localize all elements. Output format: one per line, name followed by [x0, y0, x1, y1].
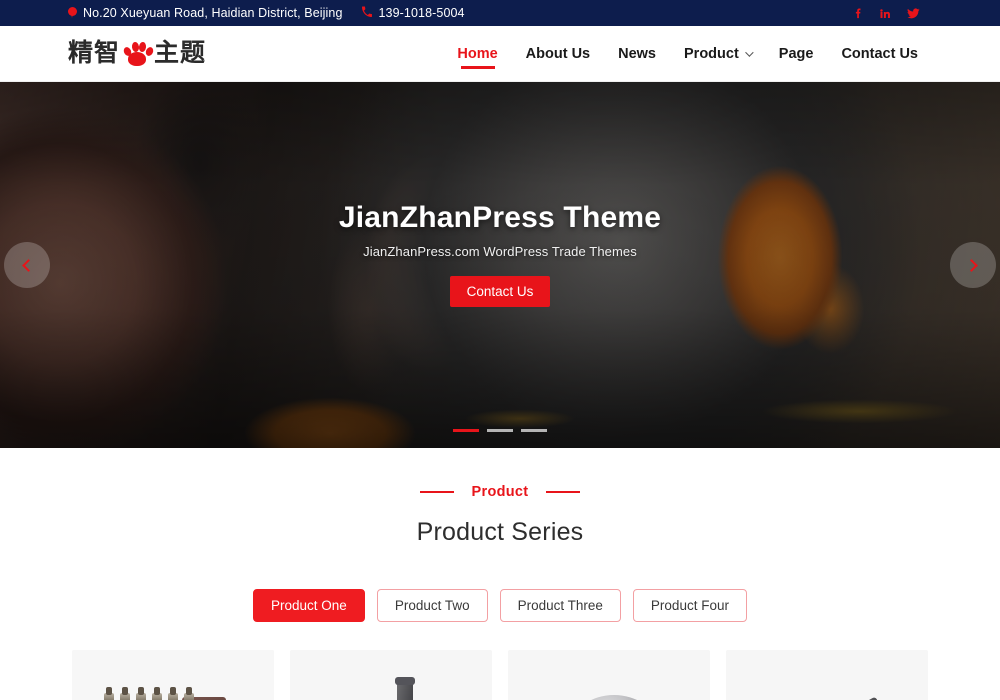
- hero-content: JianZhanPress Theme JianZhanPress.com Wo…: [0, 82, 1000, 448]
- paw-print-icon: [122, 41, 155, 67]
- brake-discs-image: [508, 650, 710, 700]
- water-pump-image: [290, 650, 492, 700]
- hero-contact-us-button[interactable]: Contact Us: [449, 276, 551, 307]
- carousel-next-button[interactable]: [950, 242, 996, 288]
- chevron-right-icon: [965, 258, 978, 272]
- twitter-icon[interactable]: [907, 7, 920, 20]
- tab-product-two[interactable]: Product Two: [376, 589, 488, 622]
- phone-text: 139-1018-5004: [378, 6, 465, 20]
- chevron-down-icon: [744, 47, 754, 57]
- hero-title: JianZhanPress Theme: [338, 201, 662, 234]
- location-pin-icon: [68, 6, 77, 20]
- product-filter-tabs: Product One Product Two Product Three Pr…: [0, 589, 1000, 622]
- nav-label: Home: [457, 45, 498, 62]
- linkedin-icon[interactable]: [879, 7, 891, 20]
- product-card-fuel-injection-pump[interactable]: [72, 650, 274, 700]
- tab-product-four[interactable]: Product Four: [632, 589, 747, 622]
- site-header: 精智 主题 Home About Us News Product Page Co…: [0, 26, 1000, 82]
- carousel-prev-button[interactable]: [4, 242, 50, 288]
- nav-item-page[interactable]: Page: [765, 26, 828, 82]
- nav-label: News: [618, 45, 656, 62]
- nav-item-product[interactable]: Product: [670, 26, 765, 82]
- facebook-icon[interactable]: [852, 7, 863, 20]
- phone-icon: [361, 6, 373, 20]
- nav-label: About Us: [525, 45, 591, 62]
- nav-item-about-us[interactable]: About Us: [512, 26, 604, 82]
- product-card-water-pump[interactable]: [290, 650, 492, 700]
- top-contact-bar: No.20 Xueyuan Road, Haidian District, Be…: [0, 0, 1000, 26]
- chevron-left-icon: [22, 258, 35, 272]
- nav-label: Contact Us: [841, 45, 918, 62]
- product-card-grid: NGK: [0, 650, 1000, 700]
- topbar-contact-group: No.20 Xueyuan Road, Haidian District, Be…: [68, 6, 465, 20]
- hero-subtitle: JianZhanPress.com WordPress Trade Themes: [363, 244, 637, 259]
- site-logo[interactable]: 精智 主题: [68, 41, 206, 67]
- carousel-indicator-1[interactable]: [453, 429, 479, 432]
- hero-carousel: JianZhanPress Theme JianZhanPress.com Wo…: [0, 82, 1000, 448]
- carousel-indicator-2[interactable]: [487, 429, 513, 432]
- social-links: [852, 7, 920, 20]
- section-eyebrow: Product: [0, 484, 1000, 500]
- fuel-injection-pump-image: [72, 650, 274, 700]
- product-card-spark-plug[interactable]: NGK: [726, 650, 928, 700]
- address-text: No.20 Xueyuan Road, Haidian District, Be…: [83, 6, 343, 20]
- nav-item-home[interactable]: Home: [443, 26, 511, 82]
- nav-label: Product: [684, 45, 739, 62]
- tab-product-one[interactable]: Product One: [253, 589, 365, 622]
- carousel-indicators: [453, 429, 547, 432]
- nav-item-contact-us[interactable]: Contact Us: [827, 26, 932, 82]
- product-section: Product Product Series Product One Produ…: [0, 448, 1000, 700]
- nav-label: Page: [778, 45, 814, 62]
- topbar-phone[interactable]: 139-1018-5004: [361, 6, 465, 20]
- spark-plug-image: NGK: [726, 650, 928, 700]
- topbar-address: No.20 Xueyuan Road, Haidian District, Be…: [68, 6, 343, 20]
- logo-text-right: 主题: [154, 39, 207, 67]
- page-title: Product Series: [416, 518, 584, 546]
- eyebrow-line-left: [419, 491, 454, 493]
- product-card-brake-discs[interactable]: [508, 650, 710, 700]
- logo-text-left: 精智: [68, 39, 121, 67]
- eyebrow-text: Product: [471, 484, 529, 500]
- nav-item-news[interactable]: News: [604, 26, 670, 82]
- carousel-indicator-3[interactable]: [521, 429, 547, 432]
- eyebrow-line-right: [546, 491, 581, 493]
- tab-product-three[interactable]: Product Three: [499, 589, 621, 622]
- main-navigation: Home About Us News Product Page Contact …: [443, 26, 932, 82]
